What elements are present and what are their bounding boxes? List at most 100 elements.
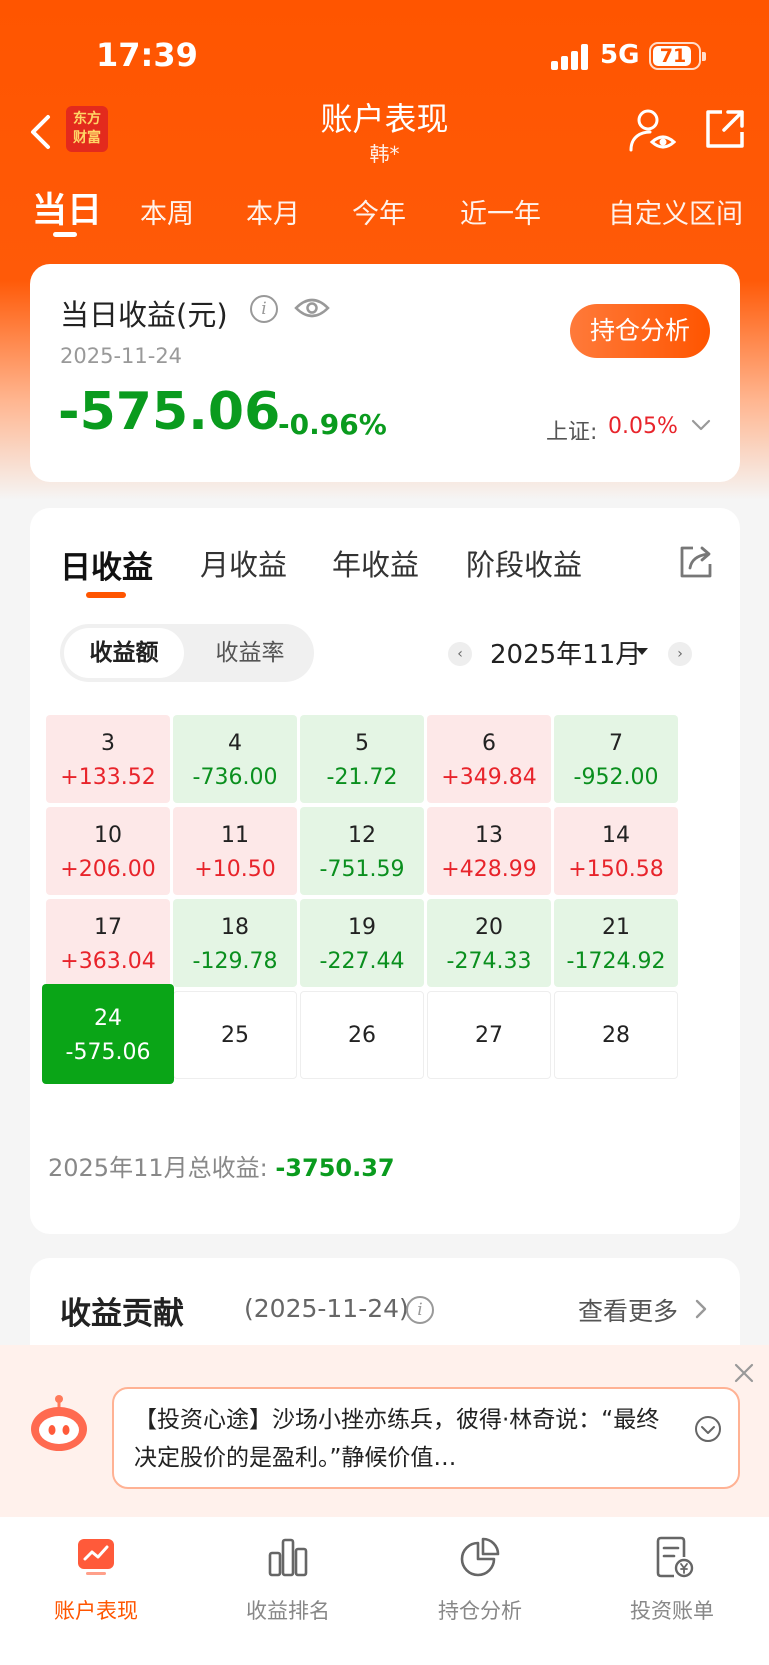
toggle-amount[interactable]: 收益额 [64,628,184,678]
info-icon[interactable]: i [406,1296,434,1324]
tab-last-year[interactable]: 近一年 [460,192,541,231]
calendar-day[interactable]: 7 -952.00 [554,715,678,803]
index-label: 上证: [546,420,598,445]
calendar-day[interactable]: 14 +150.58 [554,807,678,895]
eye-icon[interactable] [294,296,330,320]
calendar-day[interactable]: 3 +133.52 [46,715,170,803]
caret-down-icon[interactable] [636,648,648,655]
tab-indicator [53,232,77,237]
holdings-analysis-button[interactable]: 持仓分析 [570,304,710,358]
calendar-day-number: 24 [94,1006,122,1031]
app-header: 东方 财富 账户表现 韩* [0,90,769,170]
network-type: 5G [600,40,640,70]
info-icon[interactable]: i [250,295,278,323]
calendar-day-profit: +10.50 [194,857,276,882]
nav-holdings-analysis[interactable]: 持仓分析 [384,1535,576,1625]
tab-week[interactable]: 本周 [140,192,194,231]
calendar-day[interactable]: 11 +10.50 [173,807,297,895]
tab-yearly-returns[interactable]: 年收益 [332,542,419,584]
calendar-day[interactable]: 10 +206.00 [46,807,170,895]
calendar-day[interactable]: 18 -129.78 [173,899,297,987]
view-more-link[interactable]: 查看更多 [578,1292,678,1328]
share-icon[interactable] [704,108,746,150]
calendar-day-number: 10 [94,823,122,848]
calendar-day-number: 27 [475,1023,503,1048]
battery-level: 71 [659,45,687,67]
trend-chart-icon [78,1539,114,1575]
calendar-day[interactable]: 21 -1724.92 [554,899,678,987]
tip-bubble[interactable]: 【投资心途】沙场小挫亦练兵，彼得·林奇说：“最终决定股价的是盈利。”静候价值… [112,1387,740,1489]
tip-text: 【投资心途】沙场小挫亦练兵，彼得·林奇说：“最终决定股价的是盈利。”静候价值… [134,1407,660,1471]
chevron-right-icon[interactable] [694,1298,708,1320]
index-value: 0.05% [608,414,678,439]
battery-icon: 71 [649,42,706,70]
next-month-icon[interactable]: › [668,642,692,666]
calendar-day-profit: -227.44 [319,949,405,974]
metric-toggle: 收益额 收益率 [60,624,314,682]
calendar-day-number: 19 [348,915,376,940]
tab-period-returns[interactable]: 阶段收益 [466,542,582,584]
calendar-day[interactable]: 4 -736.00 [173,715,297,803]
calendar-day[interactable]: 12 -751.59 [300,807,424,895]
tab-year[interactable]: 今年 [352,192,406,231]
calendar-day-profit: +363.04 [60,949,156,974]
tab-indicator [86,592,126,598]
calendar-day[interactable]: 5 -21.72 [300,715,424,803]
tab-today[interactable]: 当日 [32,182,102,233]
monthly-total-label: 2025年11月总收益: [48,1154,268,1182]
export-icon[interactable] [678,544,714,580]
tab-month[interactable]: 本月 [246,192,300,231]
calendar-day-number: 13 [475,823,503,848]
returns-calendar-card: 日收益 月收益 年收益 阶段收益 收益额 收益率 ‹ 2025年11月 › 周一… [30,508,740,1234]
month-selector[interactable]: 2025年11月 [490,634,641,671]
calendar-day-number: 11 [221,823,249,848]
toggle-rate[interactable]: 收益率 [190,628,310,678]
contribution-title: 收益贡献 [60,1296,184,1332]
calendar-day-profit: -736.00 [192,765,278,790]
calendar-day-profit: -751.59 [319,857,405,882]
calendar-day[interactable]: 6 +349.84 [427,715,551,803]
nav-account-performance[interactable]: 账户表现 [0,1535,192,1625]
nav-label: 投资账单 [630,1599,714,1623]
contribution-date: (2025-11-24) [244,1294,409,1323]
calendar-day[interactable]: 26 [300,991,424,1079]
calendar-day[interactable]: 28 [554,991,678,1079]
expand-icon[interactable] [694,1415,722,1443]
robot-assistant-icon[interactable] [28,1393,90,1455]
calendar-day-profit: +133.52 [60,765,156,790]
nav-investment-bill[interactable]: 投资账单 [576,1535,768,1625]
privacy-user-icon[interactable] [628,108,676,154]
chevron-down-icon[interactable] [690,414,712,436]
calendar-day-number: 18 [221,915,249,940]
nav-returns-ranking[interactable]: 收益排名 [192,1535,384,1625]
calendar-day-number: 21 [602,915,630,940]
calendar-day-number: 20 [475,915,503,940]
summary-date: 2025-11-24 [60,344,183,368]
calendar-day[interactable]: 13 +428.99 [427,807,551,895]
calendar-day-number: 17 [94,915,122,940]
calendar-day[interactable]: 20 -274.33 [427,899,551,987]
status-time: 17:39 [96,36,198,74]
signal-icon [551,44,591,70]
calendar-day[interactable]: 19 -227.44 [300,899,424,987]
tab-custom-range[interactable]: 自定义区间 [608,192,743,231]
calendar-day-number: 6 [482,731,496,756]
calendar-day-number: 3 [101,731,115,756]
summary-title: 当日收益(元) [60,298,228,332]
calendar-day-profit: +428.99 [441,857,537,882]
close-icon[interactable] [734,1363,754,1383]
calendar-day-number: 28 [602,1023,630,1048]
tab-monthly-returns[interactable]: 月收益 [200,542,287,584]
prev-month-icon[interactable]: ‹ [448,642,472,666]
calendar-day-number: 12 [348,823,376,848]
calendar-day[interactable]: 25 [173,991,297,1079]
bottom-navigation: 账户表现 收益排名 持仓分析 投资账单 [0,1517,769,1665]
calendar-day-number: 4 [228,731,242,756]
calendar-day-profit: -21.72 [326,765,398,790]
calendar-day-today[interactable]: 24 -575.06 [42,984,174,1084]
calendar-day[interactable]: 27 [427,991,551,1079]
tab-daily-returns[interactable]: 日收益 [60,542,153,587]
calendar-day[interactable]: 17 +363.04 [46,899,170,987]
nav-label: 收益排名 [246,1599,330,1623]
nav-label: 持仓分析 [438,1599,522,1623]
